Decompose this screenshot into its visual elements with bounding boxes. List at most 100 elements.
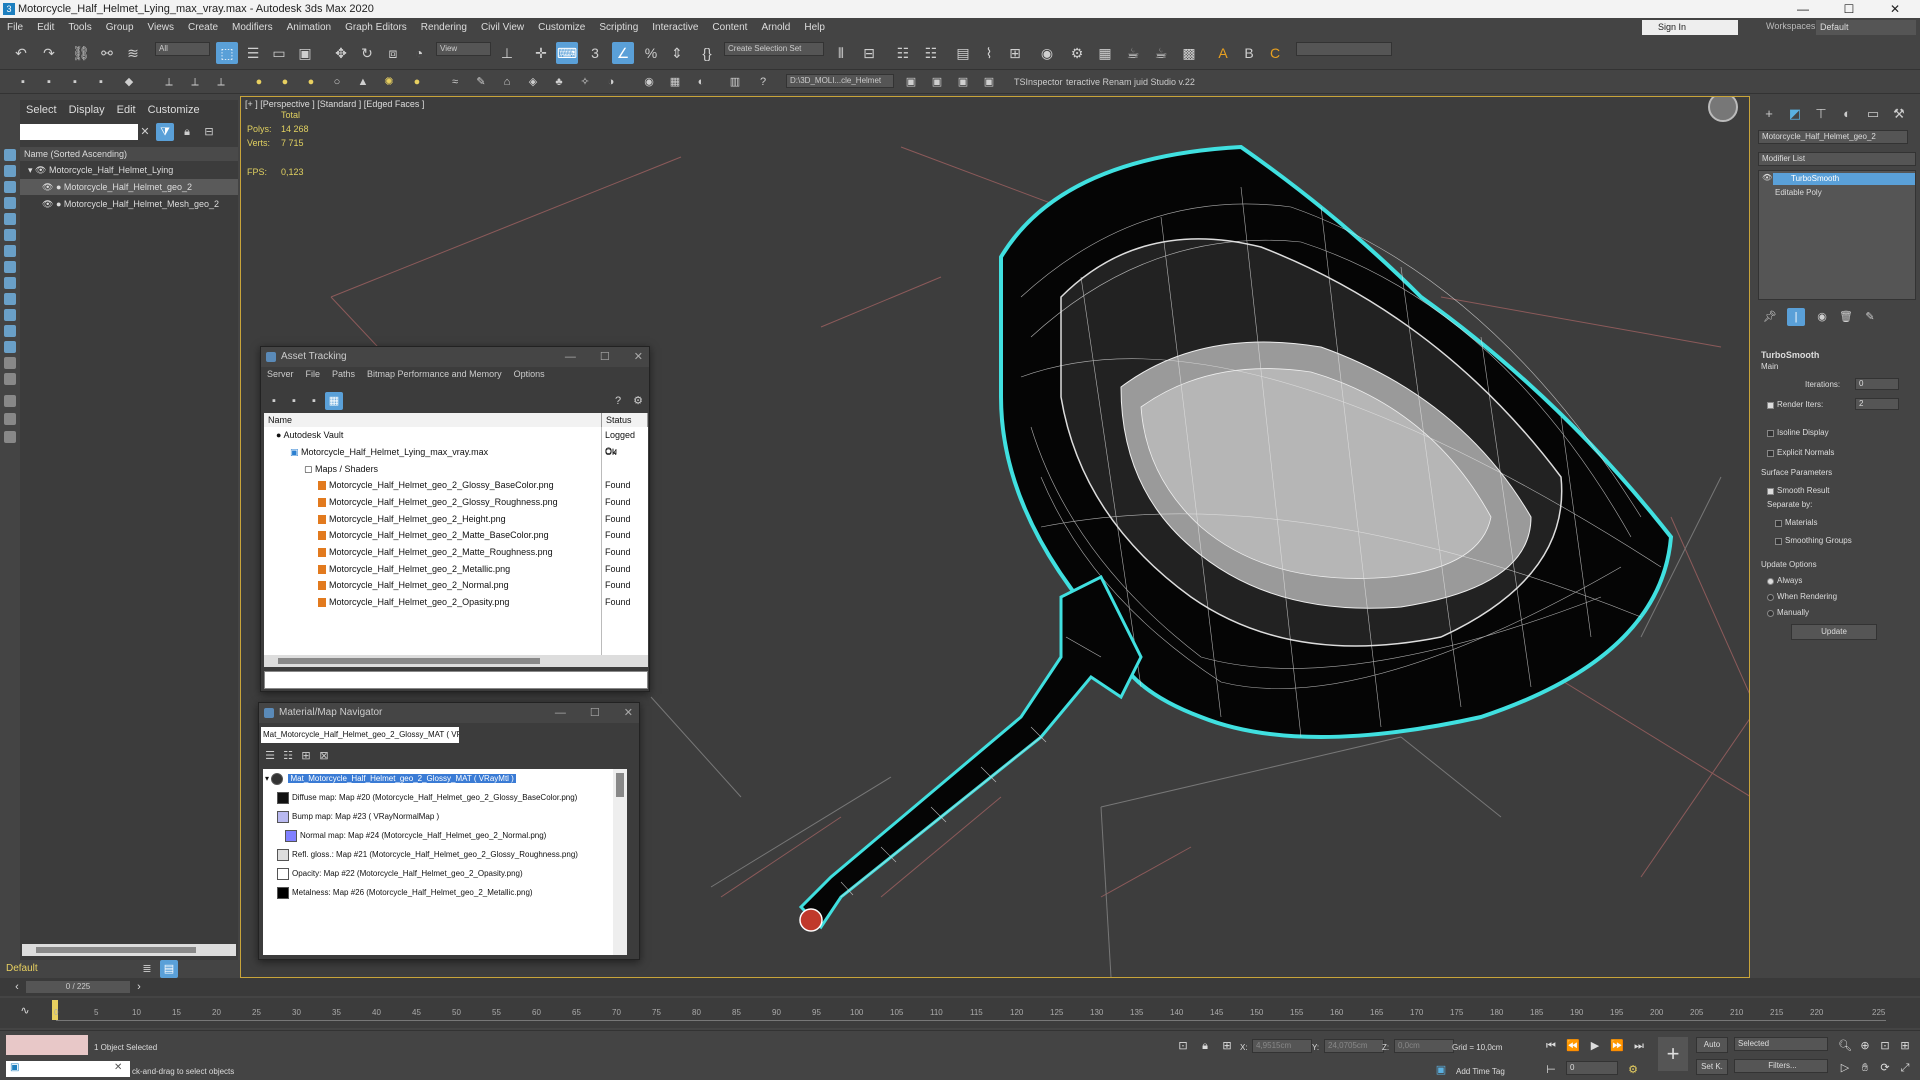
scene-explorer-icon[interactable]: ☷ <box>892 42 914 64</box>
geom-b-icon[interactable]: ✎ <box>472 73 490 91</box>
prev-frame-icon[interactable]: ‹ <box>8 978 26 996</box>
toggle-ribbon-icon[interactable]: ▤ <box>952 42 974 64</box>
filter-shapes-icon[interactable] <box>4 165 16 177</box>
clear-search-icon[interactable]: ✕ <box>136 123 154 141</box>
close-button[interactable]: ✕ <box>1872 0 1918 18</box>
x-coordinate-field[interactable]: 4,9515cm <box>1252 1039 1312 1053</box>
motion-tab-icon[interactable]: ◐ <box>1837 104 1857 124</box>
zoom-icon[interactable]: 🔍︎ <box>1836 1037 1854 1055</box>
select-object-icon[interactable]: ⬚ <box>216 42 238 64</box>
scene-item-root[interactable]: ▾ 👁︎ Motorcycle_Half_Helmet_Lying <box>20 162 238 178</box>
tsinspector-button[interactable]: TSInspector <box>1014 77 1063 87</box>
asset-tool-a-icon[interactable]: ▪ <box>265 392 283 410</box>
create-tab-icon[interactable]: + <box>1759 104 1779 124</box>
align-icon[interactable]: ⊟ <box>858 42 880 64</box>
curve-editor-icon[interactable]: ⌇ <box>978 42 1000 64</box>
maximize-viewport-icon[interactable]: ⤢ <box>1896 1059 1914 1077</box>
configure-sets-icon[interactable]: ✎ <box>1861 308 1879 326</box>
table-row[interactable]: Motorcycle_Half_Helmet_geo_2_Metallic.pn… <box>318 561 510 577</box>
move-icon[interactable]: ✥ <box>330 42 352 64</box>
folder-b-icon[interactable]: ▣ <box>928 73 946 91</box>
time-config-icon[interactable]: ⚙ <box>1624 1061 1642 1079</box>
modifier-list-dropdown[interactable]: Modifier List <box>1758 152 1916 166</box>
prev-key-icon[interactable]: ⏪ <box>1564 1037 1582 1055</box>
material-root-row[interactable]: ▾ Mat_Motorcycle_Half_Helmet_geo_2_Gloss… <box>265 771 516 787</box>
scene-scrollbar[interactable] <box>22 944 236 956</box>
workspace-dropdown[interactable]: Default <box>1816 20 1916 35</box>
filter-lights-icon[interactable] <box>4 181 16 193</box>
asset-settings-icon[interactable]: ⚙ <box>629 392 647 410</box>
asset-tracking-titlebar[interactable]: Asset Tracking — ☐ ✕ <box>261 347 649 367</box>
tool-f-icon[interactable]: ⟂ <box>160 73 178 91</box>
tab-select[interactable]: Select <box>20 104 63 116</box>
menu-civil-view[interactable]: Civil View <box>474 22 531 33</box>
filter-icon[interactable]: ⧩ <box>156 123 174 141</box>
menu-scripting[interactable]: Scripting <box>592 22 645 33</box>
minimize-button[interactable]: — <box>555 703 566 723</box>
folder-a-icon[interactable]: ▣ <box>902 73 920 91</box>
zoom-all-icon[interactable]: ⊕ <box>1856 1037 1874 1055</box>
maxscript-listener[interactable] <box>6 1035 88 1055</box>
track-bar[interactable]: ∿ 0 5 10 15 20 25 30 35 40 45 50 55 60 6… <box>0 998 1920 1028</box>
scene-list-header[interactable]: Name (Sorted Ascending) <box>20 147 238 161</box>
light-c-icon[interactable]: ● <box>302 73 320 91</box>
menu-file[interactable]: File <box>0 22 30 33</box>
sign-in-dropdown[interactable]: Sign In <box>1642 20 1738 35</box>
menu-group[interactable]: Group <box>99 22 141 33</box>
geom-e-icon[interactable]: ♣ <box>550 73 568 91</box>
material-navigator-titlebar[interactable]: Material/Map Navigator — ☐ ✕ <box>259 703 639 723</box>
light-d-icon[interactable]: ○ <box>328 73 346 91</box>
play-icon[interactable]: ▶ <box>1586 1037 1604 1055</box>
minimize-button[interactable]: — <box>565 347 576 367</box>
light-e-icon[interactable]: ▲ <box>354 73 372 91</box>
schematic-view-icon[interactable]: ⊞ <box>1004 42 1026 64</box>
vray-icon[interactable]: ▩ <box>1178 42 1200 64</box>
tool-e-icon[interactable]: ◆ <box>120 73 138 91</box>
map-row[interactable]: Metalness: Map #26 (Motorcycle_Half_Helm… <box>277 885 533 901</box>
menu-views[interactable]: Views <box>141 22 182 33</box>
table-row[interactable]: Motorcycle_Half_Helmet_geo_2_Matte_BaseC… <box>318 527 549 543</box>
filter-bones-icon[interactable] <box>4 277 16 289</box>
scene-item-geo[interactable]: 👁︎ ● Motorcycle_Half_Helmet_geo_2 <box>20 179 238 195</box>
table-row[interactable]: Motorcycle_Half_Helmet_geo_2_Opasity.png <box>318 594 509 610</box>
filter-frozen-icon[interactable] <box>4 309 16 321</box>
current-frame-field[interactable]: 0 <box>1566 1061 1618 1075</box>
pivot-icon[interactable]: ⊥ <box>496 42 518 64</box>
menu-options[interactable]: Options <box>508 369 551 379</box>
light-a-icon[interactable]: ● <box>250 73 268 91</box>
tab-customize[interactable]: Customize <box>142 104 206 116</box>
menu-graph-editors[interactable]: Graph Editors <box>338 22 414 33</box>
tool-d-icon[interactable]: ▪ <box>92 73 110 91</box>
ref-coord-dropdown[interactable]: View <box>436 42 491 56</box>
placement-icon[interactable]: ◔ <box>408 42 430 64</box>
orbit-icon[interactable]: ⟳ <box>1876 1059 1894 1077</box>
materials-checkbox[interactable] <box>1775 520 1782 527</box>
isoline-checkbox[interactable] <box>1767 430 1774 437</box>
viewport-label[interactable]: [+ ] [Perspective ] [Standard ] [Edged F… <box>245 99 424 109</box>
map-row[interactable]: Refl. gloss.: Map #21 (Motorcycle_Half_H… <box>277 847 578 863</box>
scene-item-mesh[interactable]: 👁︎ ● Motorcycle_Half_Helmet_Mesh_geo_2 <box>20 196 238 212</box>
always-radio[interactable] <box>1767 578 1774 585</box>
material-vscrollbar[interactable] <box>613 769 627 955</box>
render-iterative-icon[interactable]: ☕ <box>1150 42 1172 64</box>
filter-spacewarps-icon[interactable] <box>4 229 16 241</box>
folder-d-icon[interactable]: ▣ <box>980 73 998 91</box>
rendered-frame-icon[interactable]: ▦ <box>1094 42 1116 64</box>
menu-file[interactable]: File <box>300 369 327 379</box>
layer-stack-icon[interactable]: ≣ <box>138 960 156 978</box>
z-coordinate-field[interactable]: 0,0cm <box>1394 1039 1454 1053</box>
remove-modifier-icon[interactable]: 🗑︎ <box>1837 308 1855 326</box>
fov-icon[interactable]: ▷ <box>1836 1059 1854 1077</box>
table-row[interactable]: ▢ Maps / Shaders <box>304 461 378 477</box>
render-iters-spinner[interactable]: 2 <box>1855 398 1899 410</box>
select-manipulate-icon[interactable]: ✛ <box>530 42 552 64</box>
hierarchy-tab-icon[interactable]: ⊤ <box>1811 104 1831 124</box>
key-filters-button[interactable]: Filters... <box>1734 1059 1828 1073</box>
column-header-name[interactable]: Name <box>264 413 602 427</box>
tool-g-icon[interactable]: ⟂ <box>186 73 204 91</box>
asset-hscrollbar[interactable] <box>264 655 648 667</box>
update-button[interactable]: Update <box>1791 624 1877 640</box>
filter-cameras-icon[interactable] <box>4 197 16 209</box>
visibility-eye-icon[interactable]: 👁︎ <box>1762 173 1772 182</box>
show-end-result-icon[interactable]: | <box>1787 308 1805 326</box>
